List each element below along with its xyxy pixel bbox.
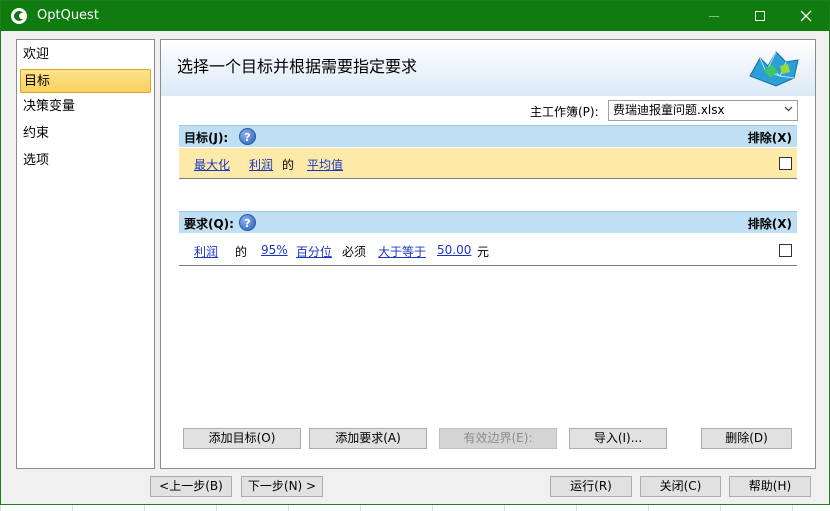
minimize-icon bbox=[709, 15, 719, 17]
minimize-button[interactable] bbox=[691, 1, 737, 31]
objective-row[interactable]: 最大化 利润 的 平均值 bbox=[179, 148, 797, 179]
help-icon[interactable]: ? bbox=[239, 214, 256, 231]
requirement-variable-link[interactable]: 利润 bbox=[194, 243, 218, 260]
requirements-section-header: 要求(Q): ? 排除(X) bbox=[179, 211, 797, 233]
workbook-label: 主工作簿(P): bbox=[530, 105, 599, 119]
requirement-value-link[interactable]: 50.00 bbox=[437, 243, 471, 257]
step-navigation: 欢迎 目标 决策变量 约束 选项 bbox=[16, 39, 155, 469]
requirement-statistic-link[interactable]: 百分位 bbox=[296, 243, 332, 260]
maximize-button[interactable] bbox=[737, 1, 783, 31]
workbook-value: 费瑞迪报童问题.xlsx bbox=[613, 103, 725, 117]
efficient-frontier-button[interactable]: 有效边界(E): bbox=[439, 428, 557, 449]
nav-item-constraints[interactable]: 约束 bbox=[20, 122, 151, 146]
next-button[interactable]: 下一步(N) > bbox=[241, 476, 323, 497]
chevron-down-icon bbox=[784, 106, 793, 112]
requirement-must-text: 必须 bbox=[342, 245, 367, 259]
objective-header-label: 目标(J): bbox=[184, 131, 229, 145]
optquest-window: OptQuest 欢迎 目标 决策变量 约束 选项 选择一个目标并根据需要指定要… bbox=[0, 0, 830, 505]
window-title: OptQuest bbox=[37, 8, 99, 23]
delete-button[interactable]: 删除(D) bbox=[701, 428, 792, 449]
requirement-exclude-checkbox[interactable] bbox=[779, 244, 792, 257]
surface-chart-logo-icon bbox=[749, 51, 799, 87]
requirement-row[interactable]: 利润 的 95% 百分位 必须 大于等于 50.00 元 bbox=[179, 235, 797, 266]
import-button[interactable]: 导入(I)... bbox=[569, 428, 667, 449]
optquest-logo-icon bbox=[11, 8, 27, 24]
nav-item-options[interactable]: 选项 bbox=[20, 149, 151, 173]
back-button[interactable]: <上一步(B) bbox=[150, 476, 232, 497]
help-button[interactable]: 帮助(H) bbox=[729, 476, 811, 497]
close-window-button[interactable] bbox=[783, 1, 829, 31]
workbook-select[interactable]: 费瑞迪报童问题.xlsx bbox=[608, 100, 798, 121]
objective-goal-link[interactable]: 最大化 bbox=[194, 156, 230, 173]
objective-variable-link[interactable]: 利润 bbox=[249, 156, 273, 173]
title-bar[interactable]: OptQuest bbox=[1, 1, 829, 31]
maximize-icon bbox=[755, 11, 765, 21]
page-title: 选择一个目标并根据需要指定要求 bbox=[177, 57, 418, 76]
requirement-comparison-link[interactable]: 大于等于 bbox=[378, 243, 426, 260]
requirements-header-label: 要求(Q): bbox=[184, 217, 234, 231]
objective-of-text: 的 bbox=[282, 158, 295, 172]
requirement-unit-text: 元 bbox=[477, 245, 490, 259]
objective-statistic-link[interactable]: 平均值 bbox=[307, 156, 343, 173]
close-button[interactable]: 关闭(C) bbox=[640, 476, 721, 497]
close-icon bbox=[800, 10, 812, 22]
add-objective-button[interactable]: 添加目标(O) bbox=[183, 428, 301, 449]
nav-item-welcome[interactable]: 欢迎 bbox=[20, 43, 151, 67]
requirements-exclude-header: 排除(X) bbox=[747, 217, 792, 231]
objective-exclude-header: 排除(X) bbox=[747, 131, 792, 145]
objective-exclude-checkbox[interactable] bbox=[779, 157, 792, 170]
requirement-percent-link[interactable]: 95% bbox=[261, 243, 288, 257]
nav-item-decision-variables[interactable]: 决策变量 bbox=[20, 95, 151, 119]
add-requirement-button[interactable]: 添加要求(A) bbox=[309, 428, 427, 449]
panel-header: 选择一个目标并根据需要指定要求 bbox=[161, 40, 815, 96]
help-icon[interactable]: ? bbox=[239, 128, 256, 145]
objectives-panel: 选择一个目标并根据需要指定要求 主工作簿(P): 费瑞迪报童问题.xlsx 目标… bbox=[160, 39, 816, 469]
objective-section-header: 目标(J): ? 排除(X) bbox=[179, 125, 797, 147]
nav-item-objectives[interactable]: 目标 bbox=[20, 69, 151, 93]
run-button[interactable]: 运行(R) bbox=[550, 476, 632, 497]
requirement-of-text: 的 bbox=[235, 245, 248, 259]
